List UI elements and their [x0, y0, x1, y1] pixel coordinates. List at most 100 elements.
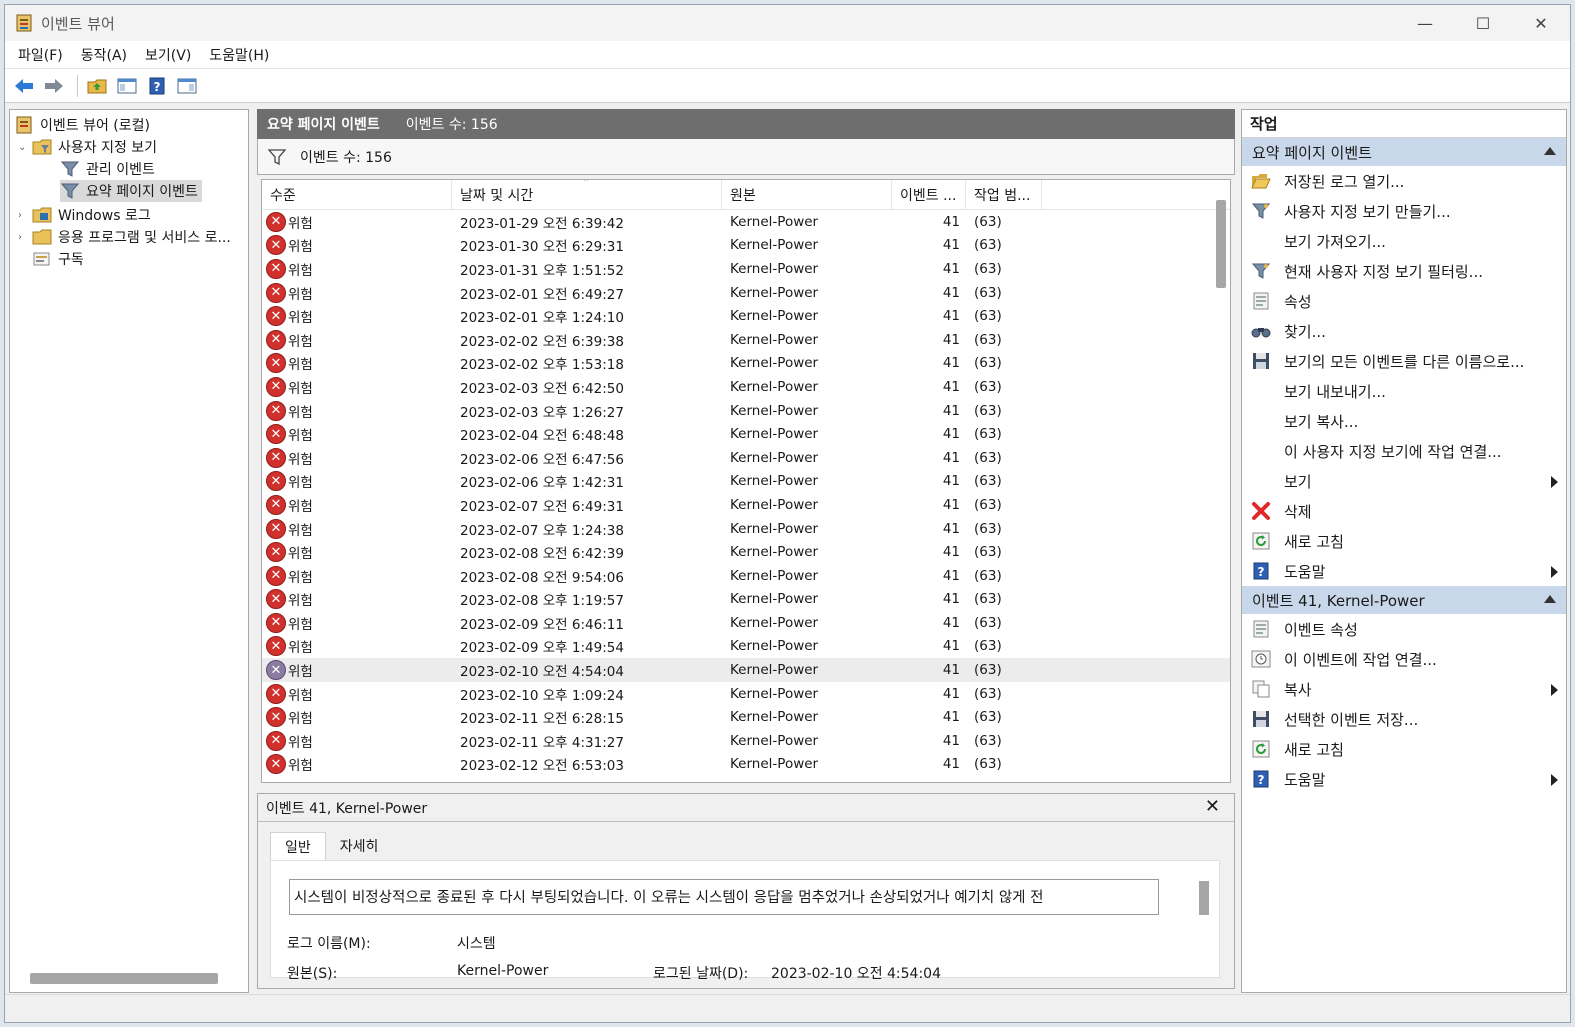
- minimize-button[interactable]: —: [1396, 5, 1454, 41]
- action-item-properties-0[interactable]: 이벤트 속성: [1242, 614, 1566, 644]
- table-row[interactable]: ✕ 위험 2023-02-10 오전 4:54:04 Kernel-Power 41 (6…: [262, 658, 1230, 682]
- detail-scrollbar[interactable]: [1199, 881, 1209, 915]
- table-row[interactable]: ✕ 위험 2023-02-11 오전 6:28:15 Kernel-Power 41 (6…: [262, 705, 1230, 729]
- events-table: 수준 날짜 및 시간 원본 이벤트 ... 작업 범... ⌃ ✕ 위험 2023-…: [261, 179, 1231, 783]
- tree-item-summary-events[interactable]: 요약 페이지 이벤트: [60, 180, 202, 202]
- critical-error-icon: ✕: [266, 282, 286, 303]
- tree-item-admin-events[interactable]: 관리 이벤트: [60, 158, 155, 180]
- critical-error-icon: ✕: [266, 494, 286, 515]
- cell-level: ✕ 위험: [262, 542, 452, 563]
- svg-text:?: ?: [1258, 565, 1265, 579]
- help-toolbar-button[interactable]: ?: [144, 73, 170, 99]
- column-header-source[interactable]: 원본: [722, 180, 892, 210]
- action-item-filter-1[interactable]: 사용자 지정 보기 만들기...: [1242, 196, 1566, 226]
- table-row[interactable]: ✕ 위험 2023-02-06 오후 1:42:31 Kernel-Power 41 (6…: [262, 470, 1230, 494]
- expand-chevron-icon[interactable]: ›: [18, 232, 32, 243]
- show-hide-tree-button[interactable]: [114, 73, 140, 99]
- table-row[interactable]: ✕ 위험 2023-02-01 오후 1:24:10 Kernel-Power 41 (6…: [262, 304, 1230, 328]
- event-description[interactable]: 시스템이 비정상적으로 종료된 후 다시 부팅되었습니다. 이 오류는 시스템이…: [289, 879, 1159, 915]
- forward-button[interactable]: [41, 73, 67, 99]
- table-row[interactable]: ✕ 위험 2023-02-06 오전 6:47:56 Kernel-Power 41 (6…: [262, 446, 1230, 470]
- table-row[interactable]: ✕ 위험 2023-01-29 오전 6:39:42 Kernel-Power 41 (6…: [262, 210, 1230, 234]
- action-item-text-7[interactable]: 보기 내보내기...: [1242, 376, 1566, 406]
- back-arrow-icon: [15, 78, 33, 93]
- action-item-refresh-12[interactable]: 새로 고침: [1242, 526, 1566, 556]
- show-hide-action-pane-button[interactable]: [174, 73, 200, 99]
- tree-item-subscriptions[interactable]: 구독: [32, 248, 84, 270]
- column-header-event-id[interactable]: 이벤트 ...: [892, 180, 966, 210]
- collapse-triangle-icon[interactable]: [1544, 595, 1556, 603]
- back-button[interactable]: [11, 73, 37, 99]
- table-row[interactable]: ✕ 위험 2023-02-12 오전 6:53:03 Kernel-Power 41 (6…: [262, 753, 1230, 777]
- menu-view[interactable]: 보기(V): [136, 45, 200, 65]
- table-row[interactable]: ✕ 위험 2023-02-11 오후 4:31:27 Kernel-Power 41 (6…: [262, 729, 1230, 753]
- cell-event-id: 41: [942, 662, 960, 679]
- folder-filter-icon: [32, 138, 52, 156]
- expand-chevron-icon[interactable]: ›: [18, 210, 32, 221]
- cell-event-id: 41: [942, 426, 960, 443]
- action-item-text-2[interactable]: 보기 가져오기...: [1242, 226, 1566, 256]
- table-row[interactable]: ✕ 위험 2023-02-02 오후 1:53:18 Kernel-Power 41 (6…: [262, 352, 1230, 376]
- action-item-refresh-4[interactable]: 새로 고침: [1242, 734, 1566, 764]
- action-item-text-10[interactable]: 보기: [1242, 466, 1566, 496]
- actions-section-summary[interactable]: 요약 페이지 이벤트: [1242, 138, 1566, 166]
- menu-file[interactable]: 파일(F): [9, 45, 72, 65]
- table-row[interactable]: ✕ 위험 2023-02-03 오전 6:42:50 Kernel-Power 41 (6…: [262, 375, 1230, 399]
- table-header: 수준 날짜 및 시간 원본 이벤트 ... 작업 범... ⌃: [262, 180, 1230, 210]
- table-row[interactable]: ✕ 위험 2023-02-03 오후 1:26:27 Kernel-Power 41 (6…: [262, 399, 1230, 423]
- column-header-level[interactable]: 수준: [262, 180, 452, 210]
- close-window-button[interactable]: ✕: [1512, 5, 1570, 41]
- action-item-save-6[interactable]: 보기의 모든 이벤트를 다른 이름으로...: [1242, 346, 1566, 376]
- action-item-save-3[interactable]: 선택한 이벤트 저장...: [1242, 704, 1566, 734]
- tab-general[interactable]: 일반: [270, 832, 326, 861]
- collapse-chevron-icon[interactable]: ⌄: [18, 142, 32, 153]
- up-folder-button[interactable]: [84, 73, 110, 99]
- action-item-task-1[interactable]: 이 이벤트에 작업 연결...: [1242, 644, 1566, 674]
- action-item-binoculars-5[interactable]: 찾기...: [1242, 316, 1566, 346]
- menu-help[interactable]: 도움말(H): [200, 45, 278, 65]
- maximize-button[interactable]: ☐: [1454, 5, 1512, 41]
- cell-event-id: 41: [942, 638, 960, 655]
- table-row[interactable]: ✕ 위험 2023-02-09 오전 6:46:11 Kernel-Power 41 (6…: [262, 611, 1230, 635]
- action-label: 도움말: [1284, 770, 1326, 789]
- tree-item-root[interactable]: 이벤트 뷰어 (로컬): [14, 114, 150, 136]
- action-item-filter-3[interactable]: 현재 사용자 지정 보기 필터링...: [1242, 256, 1566, 286]
- table-row[interactable]: ✕ 위험 2023-02-04 오전 6:48:48 Kernel-Power 41 (6…: [262, 422, 1230, 446]
- tree-item-app-service-logs[interactable]: › 응용 프로그램 및 서비스 로...: [18, 226, 231, 248]
- table-row[interactable]: ✕ 위험 2023-02-08 오전 6:42:39 Kernel-Power 41 (6…: [262, 540, 1230, 564]
- cell-event-id: 41: [942, 378, 960, 395]
- table-row[interactable]: ✕ 위험 2023-02-08 오전 9:54:06 Kernel-Power 41 (6…: [262, 564, 1230, 588]
- action-item-text-8[interactable]: 보기 복사...: [1242, 406, 1566, 436]
- actions-section-event[interactable]: 이벤트 41, Kernel-Power: [1242, 586, 1566, 614]
- detail-close-icon[interactable]: ✕: [1205, 796, 1220, 817]
- action-item-help-5[interactable]: ? 도움말: [1242, 764, 1566, 794]
- cell-task-category: (63): [974, 378, 1002, 395]
- action-item-text-9[interactable]: 이 사용자 지정 보기에 작업 연결...: [1242, 436, 1566, 466]
- tab-details[interactable]: 자세히: [326, 832, 393, 861]
- action-item-help-13[interactable]: ? 도움말: [1242, 556, 1566, 586]
- filter-icon: [1250, 201, 1272, 221]
- table-vertical-scrollbar[interactable]: [1216, 200, 1226, 288]
- table-row[interactable]: ✕ 위험 2023-02-07 오후 1:24:38 Kernel-Power 41 (6…: [262, 517, 1230, 541]
- table-row[interactable]: ✕ 위험 2023-02-09 오후 1:49:54 Kernel-Power 41 (6…: [262, 635, 1230, 659]
- table-row[interactable]: ✕ 위험 2023-02-01 오전 6:49:27 Kernel-Power 41 (6…: [262, 281, 1230, 305]
- tree-label-admin-events: 관리 이벤트: [86, 162, 155, 178]
- action-item-copy-2[interactable]: 복사: [1242, 674, 1566, 704]
- table-row[interactable]: ✕ 위험 2023-01-30 오전 6:29:31 Kernel-Power 41 (6…: [262, 234, 1230, 258]
- action-item-folder-open-0[interactable]: 저장된 로그 열기...: [1242, 166, 1566, 196]
- menu-action[interactable]: 동작(A): [72, 45, 136, 65]
- tree-horizontal-scrollbar[interactable]: [30, 973, 218, 984]
- tree-item-custom-views[interactable]: ⌄ 사용자 지정 보기: [18, 136, 157, 158]
- table-row[interactable]: ✕ 위험 2023-02-10 오후 1:09:24 Kernel-Power 41 (6…: [262, 682, 1230, 706]
- table-row[interactable]: ✕ 위험 2023-02-08 오후 1:19:57 Kernel-Power 41 (6…: [262, 588, 1230, 612]
- table-row[interactable]: ✕ 위험 2023-01-31 오후 1:51:52 Kernel-Power 41 (6…: [262, 257, 1230, 281]
- action-item-delete-11[interactable]: 삭제: [1242, 496, 1566, 526]
- column-header-task-category[interactable]: 작업 범...: [966, 180, 1042, 210]
- table-row[interactable]: ✕ 위험 2023-02-07 오전 6:49:31 Kernel-Power 41 (6…: [262, 493, 1230, 517]
- action-item-properties-4[interactable]: 속성: [1242, 286, 1566, 316]
- collapse-triangle-icon[interactable]: [1544, 147, 1556, 155]
- actions-section-summary-label: 요약 페이지 이벤트: [1252, 143, 1372, 162]
- table-row[interactable]: ✕ 위험 2023-02-02 오전 6:39:38 Kernel-Power 41 (6…: [262, 328, 1230, 352]
- tree-item-windows-logs[interactable]: › Windows 로그: [18, 204, 151, 226]
- cell-event-id: 41: [942, 709, 960, 726]
